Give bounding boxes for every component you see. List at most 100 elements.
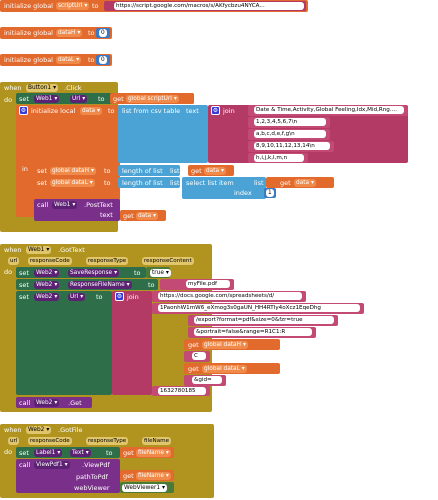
text-item[interactable]: /export?format=pdf&size=0&fzr=true: [188, 315, 338, 326]
component-dropdown[interactable]: Web1: [34, 95, 60, 103]
text-value[interactable]: 1PaonhW1mW6_eXmog3s0gaUN_HH4RTIy4oXcz1Eq…: [158, 304, 360, 312]
set-web2-saveresponse[interactable]: set Web2 SaveResponse to: [16, 267, 146, 278]
length-of-list[interactable]: length of list list: [118, 177, 180, 188]
text-item[interactable]: 1632780185: [152, 386, 210, 396]
init-global-dataL[interactable]: initialize global dataL to 0: [0, 54, 112, 66]
number-block[interactable]: 1: [264, 188, 276, 198]
local-name-field[interactable]: data: [80, 107, 103, 115]
property-dropdown[interactable]: Url: [70, 95, 88, 103]
component-block-webviewer1[interactable]: WebViewer1: [120, 482, 174, 493]
text-item[interactable]: https://docs.google.com/spreadsheets/d/: [152, 291, 306, 302]
text-value[interactable]: h,i,j,k,l,m,n: [254, 154, 304, 162]
get-data[interactable]: get data: [120, 210, 166, 221]
var-dropdown[interactable]: data: [294, 179, 317, 187]
text-item[interactable]: a,b,c,d,e,f,g\n: [248, 129, 330, 140]
text-value[interactable]: C: [192, 352, 206, 360]
text-item[interactable]: &portrait=false&range=R1C1:R: [188, 327, 316, 338]
text-value[interactable]: 8,9,10,11,12,13,14\n: [254, 142, 330, 150]
component-dropdown[interactable]: Web1: [52, 201, 78, 209]
set-global-dataH[interactable]: set global dataH to: [34, 165, 120, 176]
get-data[interactable]: get data: [266, 177, 334, 188]
param-responseType[interactable]: responseType: [86, 257, 129, 265]
component-dropdown[interactable]: Web2: [26, 426, 52, 434]
join-block[interactable]: ⚙ join: [112, 291, 152, 395]
var-dropdown[interactable]: global dataH: [50, 167, 96, 175]
component-dropdown[interactable]: Button1: [26, 84, 59, 92]
param-fileName[interactable]: fileName: [142, 437, 172, 445]
component-dropdown[interactable]: Web2: [34, 269, 60, 277]
property-dropdown[interactable]: ResponseFileName: [68, 281, 132, 289]
mutator-gear-icon[interactable]: ⚙: [211, 106, 220, 115]
text-item[interactable]: Date & Time,Activity,Global Feeling,Idx,…: [248, 105, 408, 116]
property-dropdown[interactable]: SaveResponse: [68, 269, 120, 277]
set-web2-url[interactable]: set Web2 Url to: [16, 291, 112, 395]
url-text-value[interactable]: https://script.google.com/macros/s/AKfyc…: [114, 2, 304, 10]
text-value[interactable]: Date & Time,Activity,Global Feeling,Idx,…: [254, 106, 404, 114]
var-dropdown[interactable]: data: [204, 167, 227, 175]
init-global-scriptUrl[interactable]: initialize global scriptUrl to https://s…: [0, 0, 308, 12]
component-dropdown[interactable]: Web1: [26, 246, 52, 254]
set-label1-text[interactable]: set Label1 Text to: [16, 447, 120, 458]
length-of-list[interactable]: length of list list: [118, 165, 180, 176]
set-global-dataL[interactable]: set global dataL to: [34, 177, 120, 188]
select-list-item[interactable]: select list item list index: [182, 177, 266, 199]
get-global-scriptUrl[interactable]: get global scriptUrl: [110, 93, 194, 104]
text-value[interactable]: a,b,c,d,e,f,g\n: [254, 130, 326, 138]
call-web1-posttext[interactable]: call Web1 .PostText text: [34, 199, 120, 221]
param-url[interactable]: url: [8, 257, 20, 265]
text-value[interactable]: https://docs.google.com/spreadsheets/d/: [158, 292, 302, 300]
text-item[interactable]: 1PaonhW1mW6_eXmog3s0gaUN_HH4RTIy4oXcz1Eq…: [152, 303, 364, 314]
text-value[interactable]: &gid=: [192, 376, 222, 384]
get-fileName[interactable]: get fileName: [120, 447, 174, 458]
number-block[interactable]: 0: [96, 28, 110, 38]
var-dropdown[interactable]: global dataL: [50, 179, 95, 187]
param-responseType[interactable]: responseType: [86, 437, 129, 445]
var-dropdown[interactable]: fileName: [136, 472, 171, 480]
var-name-field[interactable]: dataH: [56, 29, 83, 37]
component-dropdown[interactable]: Web2: [34, 399, 60, 407]
text-item[interactable]: myFile.pdf: [160, 279, 234, 290]
property-dropdown[interactable]: Url: [68, 293, 86, 301]
set-web2-responsefilename[interactable]: set Web2 ResponseFileName to: [16, 279, 158, 290]
component-dropdown[interactable]: Web2: [34, 293, 60, 301]
param-responseContent[interactable]: responseContent: [142, 257, 194, 265]
param-responseCode[interactable]: responseCode: [28, 437, 72, 445]
mutator-gear-icon[interactable]: ⚙: [115, 292, 124, 301]
list-from-csv-table[interactable]: list from csv table text: [118, 105, 208, 163]
text-item[interactable]: h,i,j,k,l,m,n: [248, 153, 308, 163]
get-data[interactable]: get data: [188, 165, 234, 176]
get-fileName[interactable]: get fileName: [120, 470, 174, 481]
text-value[interactable]: /export?format=pdf&size=0&fzr=true: [194, 316, 334, 324]
index-value[interactable]: 1: [266, 189, 274, 197]
var-name-field[interactable]: scriptUrl: [56, 2, 90, 10]
call-viewpdf1-viewpdf[interactable]: call ViewPdf1 .ViewPdf pathToPdf webView…: [16, 459, 120, 493]
text-item[interactable]: 8,9,10,11,12,13,14\n: [248, 141, 334, 152]
number-block[interactable]: 0: [96, 55, 110, 65]
mutator-gear-icon[interactable]: ⚙: [19, 106, 28, 115]
text-value[interactable]: 1,2,3,4,5,6,7\n: [254, 118, 326, 126]
init-global-dataH[interactable]: initialize global dataH to 0: [0, 27, 112, 39]
param-url[interactable]: url: [8, 437, 20, 445]
text-item[interactable]: C: [184, 351, 210, 362]
get-global-dataL[interactable]: get global dataL: [184, 363, 280, 374]
property-dropdown[interactable]: Text: [70, 449, 91, 457]
number-value[interactable]: 0: [99, 56, 107, 64]
call-web2-get[interactable]: call Web2 .Get: [16, 397, 92, 408]
text-value[interactable]: 1632780185: [158, 387, 206, 395]
var-dropdown[interactable]: fileName: [136, 449, 171, 457]
text-item[interactable]: 1,2,3,4,5,6,7\n: [248, 117, 330, 128]
filename-value[interactable]: myFile.pdf: [186, 280, 230, 288]
param-responseCode[interactable]: responseCode: [28, 257, 72, 265]
text-item[interactable]: &gid=: [184, 375, 226, 386]
var-dropdown[interactable]: global dataH: [202, 341, 248, 349]
component-dropdown[interactable]: Label1: [34, 449, 63, 457]
component-dropdown[interactable]: WebViewer1: [122, 484, 168, 492]
var-dropdown[interactable]: global scriptUrl: [126, 95, 179, 103]
var-name-field[interactable]: dataL: [56, 56, 82, 64]
component-dropdown[interactable]: ViewPdf1: [34, 461, 70, 469]
var-dropdown[interactable]: global dataL: [202, 365, 247, 373]
text-block[interactable]: https://script.google.com/macros/s/AKfyc…: [104, 1, 306, 11]
boolean-dropdown[interactable]: true: [150, 269, 171, 277]
get-global-dataH[interactable]: get global dataH: [184, 339, 280, 350]
var-dropdown[interactable]: data: [136, 212, 159, 220]
